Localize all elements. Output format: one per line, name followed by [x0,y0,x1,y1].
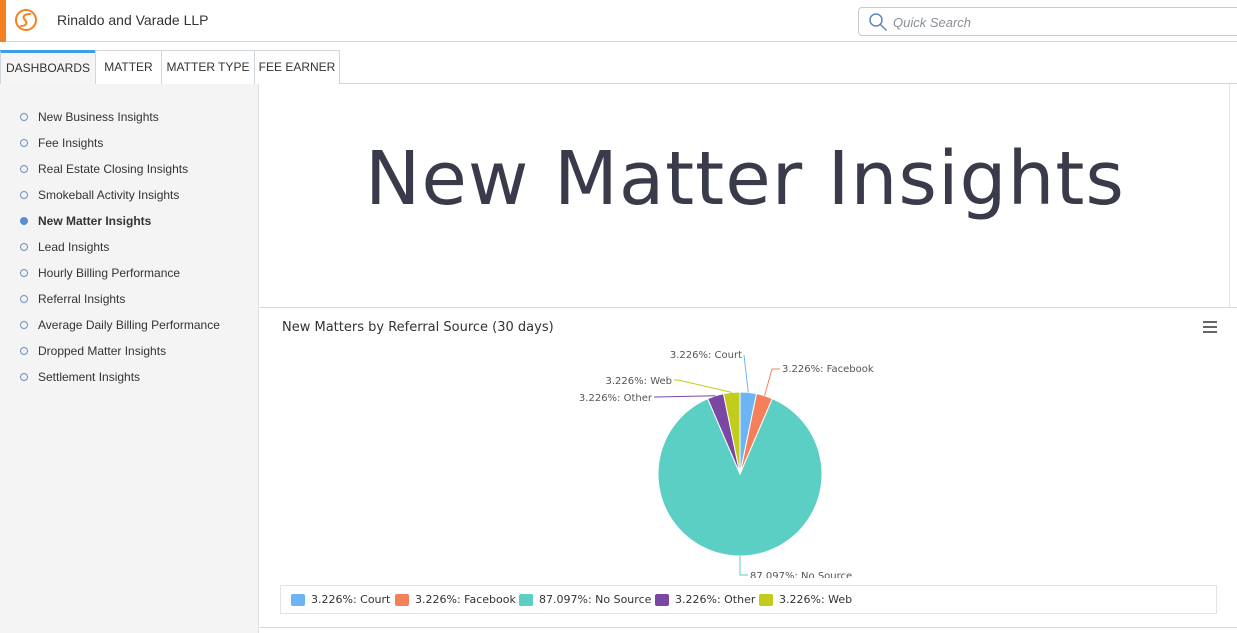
radio-dot-selected-icon [20,217,28,225]
sidebar-item-label: Real Estate Closing Insights [38,162,189,176]
tab-matter-type[interactable]: MATTER TYPE [161,50,255,84]
pie-connector-court [743,354,749,393]
sidebar-item-lead-insights[interactable]: Lead Insights [0,235,259,261]
header-accent-bar [0,0,6,42]
dashboard-main: New Matter Insights New Matters by Refer… [260,84,1237,633]
page-title: New Matter Insights [365,136,1125,222]
app-header: Rinaldo and Varade LLP [0,0,1237,42]
top-tab-bar: DASHBOARDS MATTER MATTER TYPE FEE EARNER [0,50,1237,85]
sidebar-item-real-estate-closing-insights[interactable]: Real Estate Closing Insights [0,157,259,183]
radio-dot-icon [20,373,28,381]
sidebar-item-average-daily-billing-performance[interactable]: Average Daily Billing Performance [0,313,259,339]
sidebar-item-referral-insights[interactable]: Referral Insights [0,287,259,313]
sidebar-item-label: Dropped Matter Insights [38,344,167,358]
pie-chart: 3.226%: Court 3.226%: Facebook 87.097%: No… [579,350,874,578]
tab-dashboards[interactable]: DASHBOARDS [0,50,96,85]
sidebar-item-label: Lead Insights [38,240,110,254]
referral-source-chart-panel: New Matters by Referral Source (30 days)… [260,308,1230,628]
sidebar-item-label: New Matter Insights [38,214,152,228]
legend-swatch [519,594,533,606]
radio-dot-icon [20,269,28,277]
pie-data-label: 87.097%: No Source [750,571,852,578]
legend-label: 3.226%: Court [311,593,391,606]
smokeball-logo-icon[interactable] [14,8,38,32]
panel-divider-bottom [260,627,1237,628]
pie-data-label: 3.226%: Court [670,350,742,361]
hamburger-menu-icon[interactable] [1203,321,1219,335]
tab-matter[interactable]: MATTER [95,50,162,84]
sidebar-item-new-matter-insights[interactable]: New Matter Insights [0,209,259,235]
radio-dot-icon [20,347,28,355]
pie-data-label: 3.226%: Other [579,393,653,404]
sidebar-item-hourly-billing-performance[interactable]: Hourly Billing Performance [0,261,259,287]
sidebar-item-fee-insights[interactable]: Fee Insights [0,131,259,157]
legend-swatch [395,594,409,606]
chart-legend: 3.226%: Court 3.226%: Facebook 87.097%: No… [280,585,1217,614]
legend-swatch [655,594,669,606]
radio-dot-icon [20,295,28,303]
dashboard-sidebar: New Business Insights Fee Insights Real … [0,84,259,633]
firm-name: Rinaldo and Varade LLP [57,12,209,28]
sidebar-item-dropped-matter-insights[interactable]: Dropped Matter Insights [0,339,259,365]
sidebar-item-label: Hourly Billing Performance [38,266,181,280]
sidebar-item-new-business-insights[interactable]: New Business Insights [0,105,259,131]
pie-data-label: 3.226%: Facebook [782,364,874,375]
sidebar-item-settlement-insights[interactable]: Settlement Insights [0,365,259,391]
legend-label: 3.226%: Web [779,593,853,606]
radio-dot-icon [20,113,28,121]
radio-dot-icon [20,191,28,199]
radio-dot-icon [20,321,28,329]
quick-search-box[interactable] [858,7,1237,36]
sidebar-item-label: Referral Insights [38,292,126,306]
sidebar-item-label: Settlement Insights [38,370,141,384]
pie-connector-facebook [764,368,780,396]
legend-swatch [759,594,773,606]
pie-connector-web [674,379,732,393]
radio-dot-icon [20,139,28,147]
sidebar-item-label: Average Daily Billing Performance [38,318,220,332]
sidebar-item-label: New Business Insights [38,110,159,124]
pie-connector-other [654,395,716,398]
sidebar-item-label: Fee Insights [38,136,104,150]
quick-search-input[interactable] [893,11,1233,33]
pie-data-label: 3.226%: Web [606,376,672,387]
tab-fee-earner[interactable]: FEE EARNER [254,50,340,84]
pie-connector-no-source [739,556,748,576]
search-icon [869,13,887,31]
chart-title: New Matters by Referral Source (30 days) [282,320,554,335]
radio-dot-icon [20,165,28,173]
dashboard-title-panel: New Matter Insights [260,84,1230,308]
sidebar-item-label: Smokeball Activity Insights [38,188,180,202]
legend-label: 87.097%: No Source [539,593,652,606]
legend-label: 3.226%: Other [675,593,756,606]
sidebar-item-smokeball-activity-insights[interactable]: Smokeball Activity Insights [0,183,259,209]
radio-dot-icon [20,243,28,251]
legend-label: 3.226%: Facebook [415,593,516,606]
legend-swatch [291,594,305,606]
